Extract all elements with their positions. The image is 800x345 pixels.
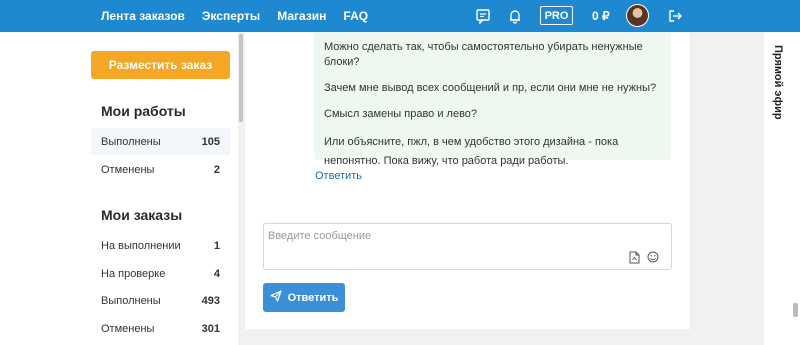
sidebar-item-label: Отменены [101, 322, 155, 335]
nav-faq[interactable]: FAQ [343, 9, 368, 23]
sidebar-item-count: 4 [213, 267, 220, 280]
sidebar-item-works-done[interactable]: Выполнены 105 [91, 128, 230, 155]
sidebar-item-label: Отменены [101, 163, 155, 176]
emoji-icon[interactable] [646, 250, 660, 264]
logout-icon[interactable] [665, 6, 685, 26]
avatar[interactable] [626, 4, 649, 27]
message-input[interactable] [268, 230, 608, 250]
send-reply-button[interactable]: Ответить [263, 283, 345, 312]
sidebar-item-label: На выполнении [101, 239, 181, 252]
chat-icon[interactable] [473, 6, 493, 26]
send-reply-label: Ответить [287, 291, 339, 304]
sidebar-scrollbar-thumb[interactable] [239, 34, 243, 122]
sidebar-item-label: Выполнены [101, 135, 161, 148]
reply-link[interactable]: Ответить [315, 170, 362, 182]
sidebar-item-count: 2 [213, 163, 220, 176]
sidebar-item-count: 493 [201, 294, 220, 307]
file-attach-icon[interactable] [627, 250, 641, 264]
sidebar-item-orders-review[interactable]: На проверке 4 [91, 260, 230, 287]
message-line: Смысл замены право и лево? [324, 108, 478, 120]
my-works-title: Мои работы [101, 103, 186, 119]
pro-badge[interactable]: PRO [540, 6, 573, 25]
balance[interactable]: 0 ₽ [592, 9, 610, 23]
message-bubble: Можно сделать так, чтобы самостоятельно … [314, 32, 671, 167]
nav-experts[interactable]: Эксперты [202, 9, 260, 23]
sidebar-item-count: 105 [201, 135, 220, 148]
live-feed-tab[interactable]: Прямой эфир [772, 45, 784, 120]
message-composer [263, 223, 672, 270]
sidebar-item-label: Выполнены [101, 294, 161, 307]
sidebar-item-orders-in-progress[interactable]: На выполнении 1 [91, 232, 230, 259]
sidebar-item-orders-done[interactable]: Выполнены 493 [91, 287, 230, 314]
sidebar-item-label: На проверке [101, 267, 166, 280]
nav-orders-feed[interactable]: Лента заказов [101, 9, 185, 23]
bell-icon[interactable] [505, 6, 525, 26]
sidebar-item-works-cancelled[interactable]: Отменены 2 [91, 156, 230, 183]
sidebar-item-count: 301 [201, 322, 220, 335]
nav-shop[interactable]: Магазин [277, 9, 326, 23]
place-order-button[interactable]: Разместить заказ [91, 51, 230, 79]
sidebar-item-count: 1 [213, 239, 220, 252]
page-scrollbar-thumb[interactable] [793, 303, 798, 317]
main-nav: Лента заказов Эксперты Магазин FAQ [101, 0, 385, 32]
message-line: Или объясните, пжл, в чем удобство этого… [324, 136, 619, 167]
top-navigation-bar: Лента заказов Эксперты Магазин FAQ PRO 0… [0, 0, 800, 32]
my-orders-title: Мои заказы [101, 207, 183, 223]
send-icon [269, 290, 282, 305]
message-line: Можно сделать так, чтобы самостоятельно … [324, 41, 643, 68]
sidebar-item-orders-cancelled[interactable]: Отменены 301 [91, 315, 230, 342]
message-line: Зачем мне вывод всех сообщений и пр, есл… [324, 82, 657, 94]
